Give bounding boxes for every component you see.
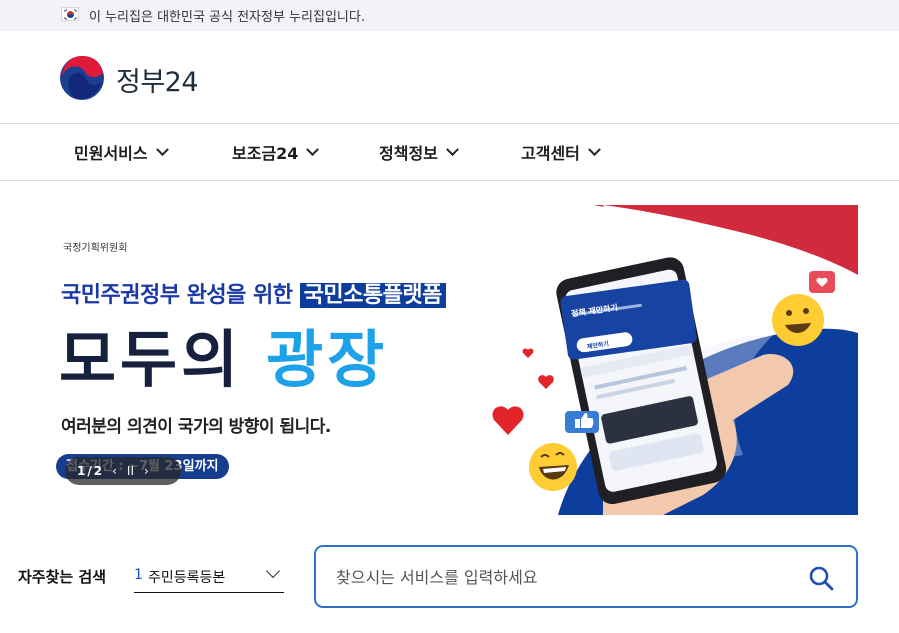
official-notice-text: 이 누리집은 대한민국 공식 전자정부 누리집입니다.: [89, 10, 365, 25]
banner-title: 모두의 광장: [59, 309, 388, 399]
frequent-search-item: 주민등록등본: [148, 570, 226, 586]
frequent-search-select[interactable]: 1 주민등록등본: [134, 562, 284, 593]
chevron-down-icon: [306, 142, 320, 156]
nav-item-label: 보조금24: [232, 144, 299, 163]
main-navigation: 민원서비스 보조금24 정책정보 고객센터: [0, 124, 899, 181]
banner-description: 여러분의 의견이 국가의 방향이 됩니다.: [61, 417, 331, 437]
banner-headline-text: 국민주권정부 완성을 위한: [61, 283, 293, 308]
nav-item-customer-center[interactable]: 고객센터: [521, 140, 601, 164]
chevron-down-icon: [265, 563, 281, 579]
frequent-search-label: 자주찾는 검색: [18, 568, 107, 586]
nav-item-label: 정책정보: [379, 144, 438, 163]
site-logo-text[interactable]: 정부24: [116, 60, 199, 99]
banner-headline: 국민주권정부 완성을 위한 국민소통플랫폼: [61, 277, 446, 309]
search-box: [314, 545, 858, 608]
banner-headline-highlight: 국민소통플랫폼: [299, 283, 446, 308]
pager-current: 1: [77, 464, 86, 478]
pager-total: 2: [93, 464, 103, 478]
banner-ministry-label: 국정기획위원회: [63, 243, 128, 254]
banner-title-part1: 모두의: [59, 323, 243, 396]
banner-pager: 1 / 2 ‹ II ›: [65, 457, 181, 485]
nav-item-label: 민원서비스: [74, 144, 148, 163]
pager-prev-button[interactable]: ‹: [112, 464, 117, 478]
search-icon[interactable]: [808, 565, 834, 591]
pager-pause-button[interactable]: II: [127, 464, 134, 478]
search-section: 자주찾는 검색 1 주민등록등본: [0, 540, 899, 620]
official-notice-bar: 이 누리집은 대한민국 공식 전자정부 누리집입니다.: [0, 0, 899, 31]
frequent-search-rank: 1: [134, 567, 143, 583]
nav-item-subsidy24[interactable]: 보조금24: [232, 140, 320, 164]
chevron-down-icon: [155, 142, 169, 156]
chevron-down-icon: [446, 142, 459, 156]
nav-item-civil-services[interactable]: 민원서비스: [74, 140, 169, 164]
pager-separator: /: [87, 464, 92, 478]
banner-title-part2: 광장: [266, 323, 389, 396]
government-emblem-icon[interactable]: [59, 55, 105, 101]
taegukgi-flag-icon: [61, 7, 79, 21]
nav-item-policy-info[interactable]: 정책정보: [379, 140, 459, 164]
chevron-down-icon: [588, 142, 601, 156]
pager-next-button[interactable]: ›: [144, 464, 149, 478]
main-banner[interactable]: 정책 제안하기 제안하기 국정기획위원회 국민주권정부 완성을 위한 국민소통플…: [43, 205, 858, 515]
nav-item-label: 고객센터: [521, 144, 580, 163]
search-input[interactable]: [336, 565, 776, 589]
